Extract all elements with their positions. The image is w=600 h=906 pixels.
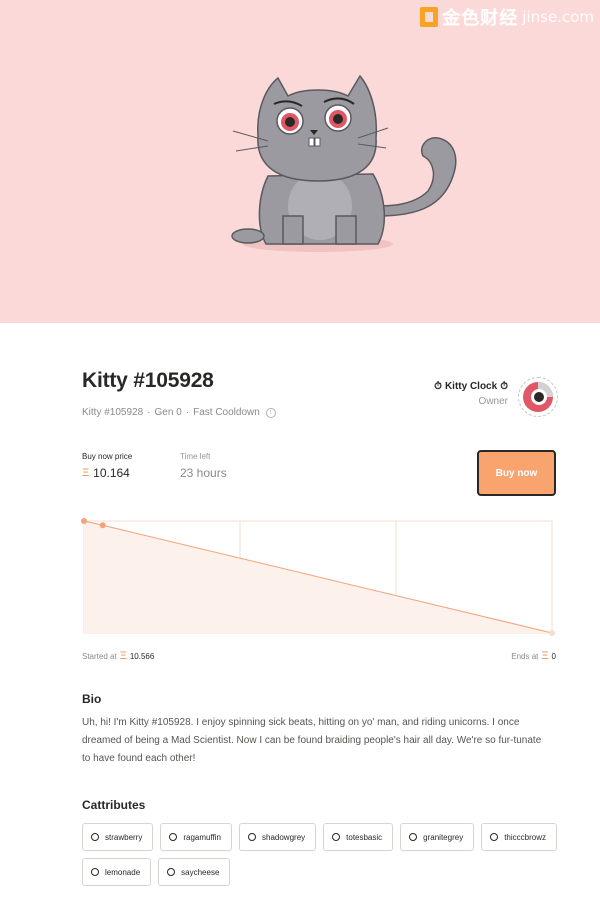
cattribute-label: thicccbrowz — [504, 832, 546, 842]
watermark-logo-icon — [420, 7, 439, 27]
cattribute-label: shadowgrey — [262, 832, 306, 842]
owner-name[interactable]: Kitty Clock — [445, 381, 497, 392]
cattribute-tag[interactable]: ragamuffin — [160, 823, 232, 851]
cattribute-tag[interactable]: saycheese — [158, 858, 231, 886]
owner-name-row: ⏱ Kitty Clock ⏱ — [434, 381, 508, 392]
time-left-label: Time left — [180, 452, 211, 461]
clock-icon: ⏱ — [434, 381, 442, 392]
ether-icon: Ξ — [82, 467, 90, 479]
kitty-title: Kitty #105928 — [82, 369, 214, 392]
chart-start-point — [81, 518, 87, 524]
watermark: 金色财经 jinse.com — [420, 4, 594, 30]
cattribute-tag[interactable]: shadowgrey — [239, 823, 317, 851]
price-chart — [81, 518, 555, 636]
watermark-brand: 金色财经 — [442, 8, 519, 28]
ether-icon: Ξ — [119, 650, 127, 662]
cattributes-heading: Cattributes — [82, 798, 146, 812]
buy-now-button[interactable]: Buy now — [477, 450, 556, 496]
circle-icon — [169, 833, 178, 841]
cattribute-label: lemonade — [105, 867, 141, 877]
owner-avatar[interactable] — [518, 377, 558, 417]
circle-icon — [248, 833, 256, 841]
info-icon[interactable]: i — [265, 407, 276, 418]
cattribute-tag[interactable]: lemonade — [82, 858, 152, 886]
owner-role: Owner — [478, 396, 508, 407]
chart-end-point — [549, 630, 555, 636]
owner-block[interactable]: ⏱ Kitty Clock ⏱ Owner — [434, 381, 508, 407]
cattribute-tag[interactable]: totesbasic — [323, 823, 394, 851]
clock-icon: ⏱ — [500, 381, 508, 392]
cattribute-tag[interactable]: thicccbrowz — [481, 823, 557, 851]
end-price-label: Ends at Ξ 0 — [511, 650, 556, 662]
kitty-subline: Kitty #105928 · Gen 0 · Fast Cooldown i — [82, 407, 276, 418]
cattribute-label: granitegrey — [423, 832, 464, 842]
buy-price-value: 10.164 — [93, 466, 130, 480]
start-price-value: 10.566 — [129, 651, 155, 661]
hero-banner: 金色财经 jinse.com — [0, 0, 600, 323]
separator-dot: · — [147, 407, 151, 418]
chart-current-point — [99, 522, 106, 529]
avatar-image — [523, 382, 553, 412]
cattribute-label: saycheese — [181, 867, 220, 877]
start-price-label: Started at Ξ 10.566 — [82, 650, 154, 662]
circle-icon — [167, 868, 176, 876]
buy-price: Ξ 10.164 — [82, 466, 130, 480]
circle-icon — [490, 833, 499, 841]
kitty-gen[interactable]: Gen 0 — [155, 407, 182, 418]
watermark-domain: jinse.com — [522, 8, 594, 26]
kitty-image — [231, 74, 457, 252]
circle-icon — [91, 833, 99, 841]
kitty-cooldown[interactable]: Fast Cooldown — [193, 407, 260, 418]
start-prefix: Started at — [82, 651, 117, 661]
buy-price-label: Buy now price — [82, 452, 133, 461]
cattributes-list: strawberry ragamuffin shadowgrey totesbasic… — [82, 823, 562, 886]
circle-icon — [409, 833, 418, 841]
circle-icon — [332, 833, 341, 841]
end-prefix: Ends at — [511, 651, 539, 661]
ether-icon: Ξ — [541, 650, 549, 662]
cattribute-tag[interactable]: strawberry — [82, 823, 154, 851]
cattribute-tag[interactable]: granitegrey — [400, 823, 475, 851]
bio-text: Uh, hi! I'm Kitty #105928. I enjoy spinn… — [82, 717, 542, 764]
separator-dot: · — [185, 407, 190, 418]
cattribute-label: totesbasic — [346, 832, 383, 842]
end-price-value: 0 — [551, 651, 556, 661]
cattribute-label: strawberry — [105, 832, 143, 842]
circle-icon — [91, 868, 99, 876]
cattribute-label: ragamuffin — [183, 832, 221, 842]
kitty-name: Kitty #105928 — [82, 407, 144, 418]
time-left-value: 23 hours — [180, 466, 227, 480]
bio-heading: Bio — [82, 692, 102, 706]
